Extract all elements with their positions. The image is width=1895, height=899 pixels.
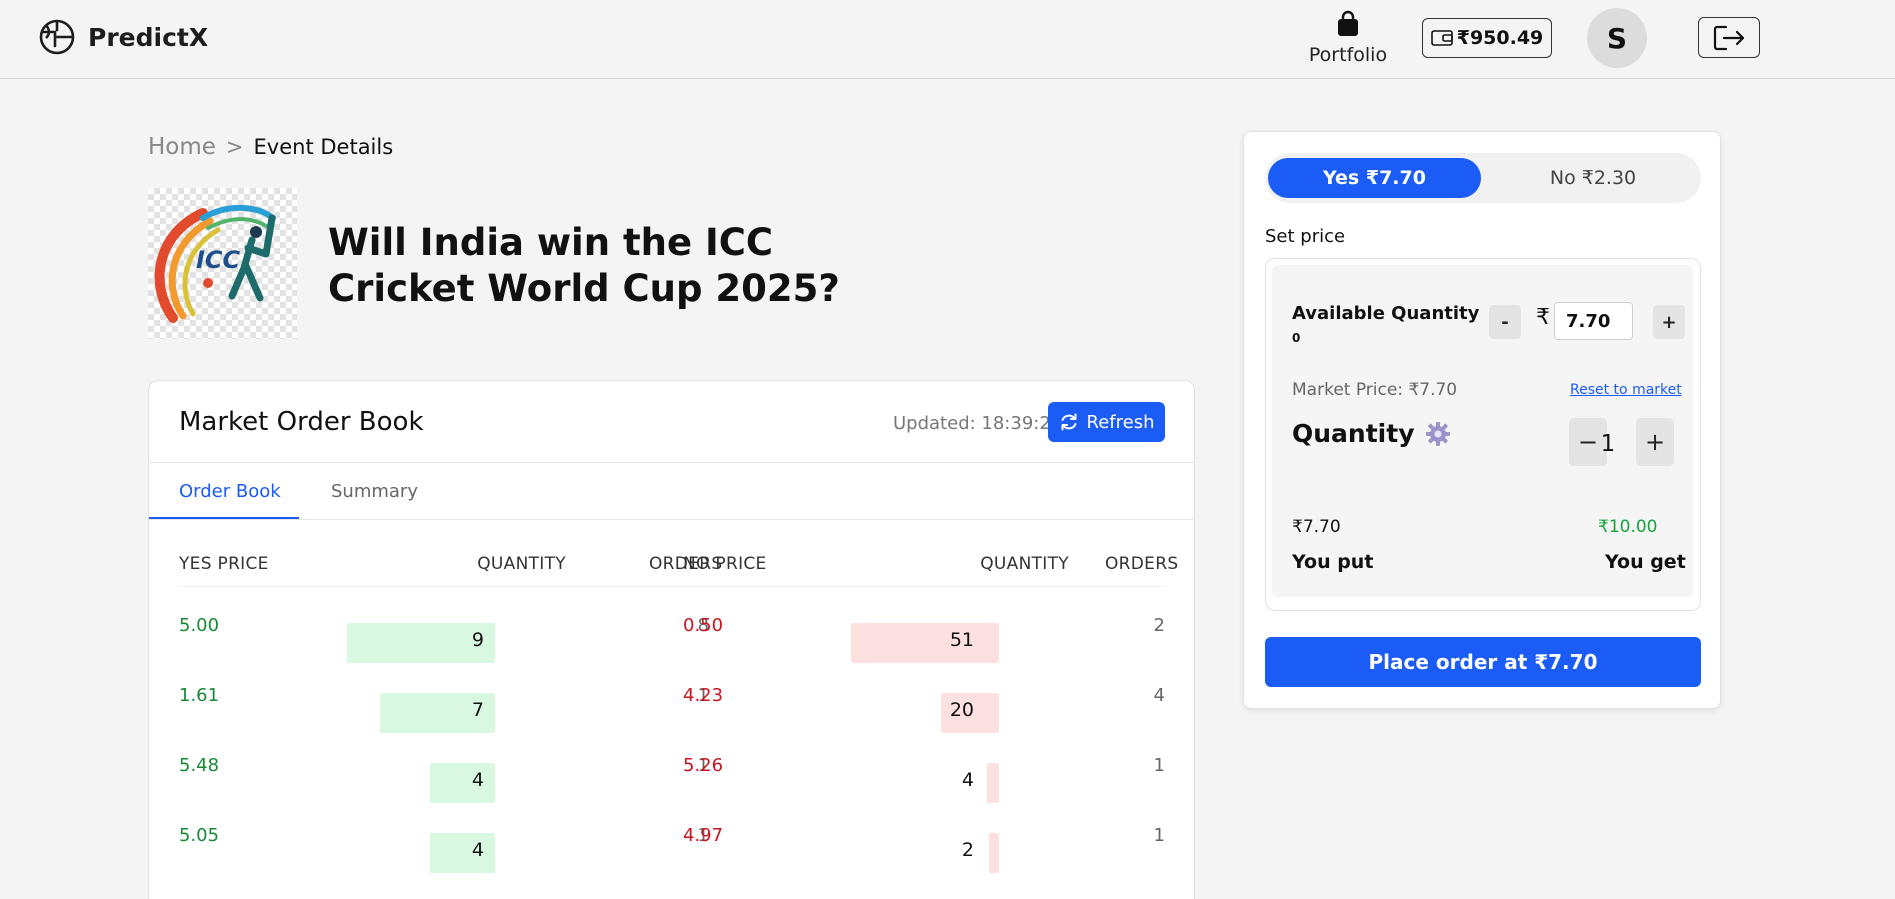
active-tab-indicator: [149, 517, 299, 519]
no-quantity: 20: [949, 699, 974, 721]
gear-icon[interactable]: [1425, 421, 1451, 447]
column-header-no-quantity: QUANTITY: [980, 554, 1069, 574]
no-price: 4.97: [683, 825, 724, 846]
no-orders: 4: [1153, 685, 1165, 706]
price-increment-button[interactable]: +: [1653, 305, 1685, 339]
quantity-value: 1: [1600, 431, 1616, 457]
no-quantity: 2: [961, 839, 974, 861]
divider: [149, 462, 1194, 463]
no-quantity: 4: [961, 769, 974, 791]
no-orders: 1: [1153, 755, 1165, 776]
yes-price: 5.05: [179, 825, 220, 846]
globe-logo-icon: [39, 19, 75, 55]
user-avatar[interactable]: S: [1587, 8, 1647, 68]
price-decrement-button[interactable]: -: [1489, 305, 1521, 339]
set-price-label: Set price: [1265, 226, 1346, 247]
no-option-button[interactable]: No ₹2.30: [1487, 158, 1699, 198]
yes-quantity: 4: [471, 839, 484, 861]
last-updated-time: Updated: 18:39:22: [893, 413, 1063, 434]
yes-quantity: 9: [471, 629, 484, 651]
order-book-row: 1.61 7 1 4.23 20 4: [149, 673, 1194, 743]
yes-option-button[interactable]: Yes ₹7.70: [1268, 158, 1481, 198]
order-book-row: 5.48 4 1 5.26 4 1: [149, 743, 1194, 813]
divider: [149, 519, 1194, 520]
event-title: Will India win the ICC Cricket World Cup…: [328, 221, 840, 310]
trade-panel: Yes ₹7.70 No ₹2.30 Set price Available Q…: [1243, 131, 1721, 709]
portfolio-link[interactable]: Portfolio: [1308, 10, 1388, 66]
no-quantity: 51: [949, 629, 974, 651]
order-book-card: Market Order Book Updated: 18:39:22 Refr…: [148, 380, 1195, 899]
wallet-balance-button[interactable]: ₹950.49: [1422, 18, 1552, 58]
logout-icon: [1713, 25, 1745, 50]
yes-price: 1.61: [179, 685, 220, 706]
you-get-amount: ₹10.00: [1598, 517, 1658, 537]
column-header-no-orders: ORDERS: [1105, 554, 1179, 574]
no-depth-bar: [987, 763, 999, 803]
no-depth-bar: [989, 833, 999, 873]
portfolio-label: Portfolio: [1308, 44, 1388, 66]
column-header-yes-price: YES PRICE: [179, 554, 269, 574]
order-book-title: Market Order Book: [179, 407, 424, 437]
no-orders: 2: [1153, 615, 1165, 636]
you-get-label: You get: [1605, 551, 1686, 573]
available-quantity-label: Available Quantity: [1292, 303, 1480, 324]
breadcrumb-separator: >: [225, 135, 244, 159]
reset-to-market-link[interactable]: Reset to market: [1570, 382, 1682, 398]
you-put-amount: ₹7.70: [1292, 517, 1341, 537]
yes-quantity: 7: [471, 699, 484, 721]
breadcrumb-home[interactable]: Home: [148, 134, 216, 160]
place-order-button[interactable]: Place order at ₹7.70: [1265, 637, 1701, 687]
market-price-text: Market Price: ₹7.70: [1292, 380, 1458, 400]
breadcrumb: Home > Event Details: [148, 134, 393, 160]
order-form: Available Quantity 0 - ₹ + Market Price:…: [1265, 258, 1701, 611]
available-quantity-value: 0: [1292, 331, 1301, 345]
svg-text:ICC: ICC: [196, 246, 241, 274]
tab-order-book[interactable]: Order Book: [179, 481, 281, 502]
refresh-label: Refresh: [1086, 411, 1155, 433]
yes-no-toggle: Yes ₹7.70 No ₹2.30: [1265, 153, 1701, 203]
logout-button[interactable]: [1698, 17, 1760, 58]
you-put-label: You put: [1292, 551, 1374, 573]
quantity-heading: Quantity: [1292, 419, 1451, 448]
breadcrumb-current: Event Details: [253, 135, 394, 159]
column-header-no-price: NO PRICE: [683, 554, 767, 574]
event-image: ICC: [148, 188, 297, 339]
brand-logo[interactable]: PredictX: [38, 18, 208, 56]
divider: [179, 586, 1165, 587]
cricket-logo-illustration: ICC: [154, 204, 276, 323]
brand-name: PredictX: [88, 22, 209, 52]
wallet-icon: [1430, 30, 1453, 46]
order-book-row: 5.05 4 1 4.97 2 1: [149, 813, 1194, 883]
wallet-balance: ₹950.49: [1456, 27, 1544, 49]
no-price: 0.50: [683, 615, 724, 636]
column-header-yes-quantity: QUANTITY: [477, 554, 566, 574]
no-price: 5.26: [683, 755, 724, 776]
top-navbar: PredictX Portfolio ₹950.49 S: [0, 0, 1895, 79]
no-price: 4.23: [683, 685, 724, 706]
yes-price: 5.00: [179, 615, 220, 636]
price-input[interactable]: [1554, 302, 1633, 340]
shopping-bag-icon: [1338, 10, 1358, 36]
quantity-label: Quantity: [1292, 419, 1415, 448]
refresh-button[interactable]: Refresh: [1048, 402, 1165, 442]
yes-price: 5.48: [179, 755, 220, 776]
tab-summary[interactable]: Summary: [331, 481, 418, 502]
no-orders: 1: [1153, 825, 1165, 846]
refresh-icon: [1061, 413, 1076, 431]
yes-quantity: 4: [471, 769, 484, 791]
quantity-increment-button[interactable]: +: [1636, 418, 1674, 466]
rupee-symbol: ₹: [1536, 305, 1550, 330]
order-book-row: 5.00 9 8 0.50 51 2: [149, 603, 1194, 673]
